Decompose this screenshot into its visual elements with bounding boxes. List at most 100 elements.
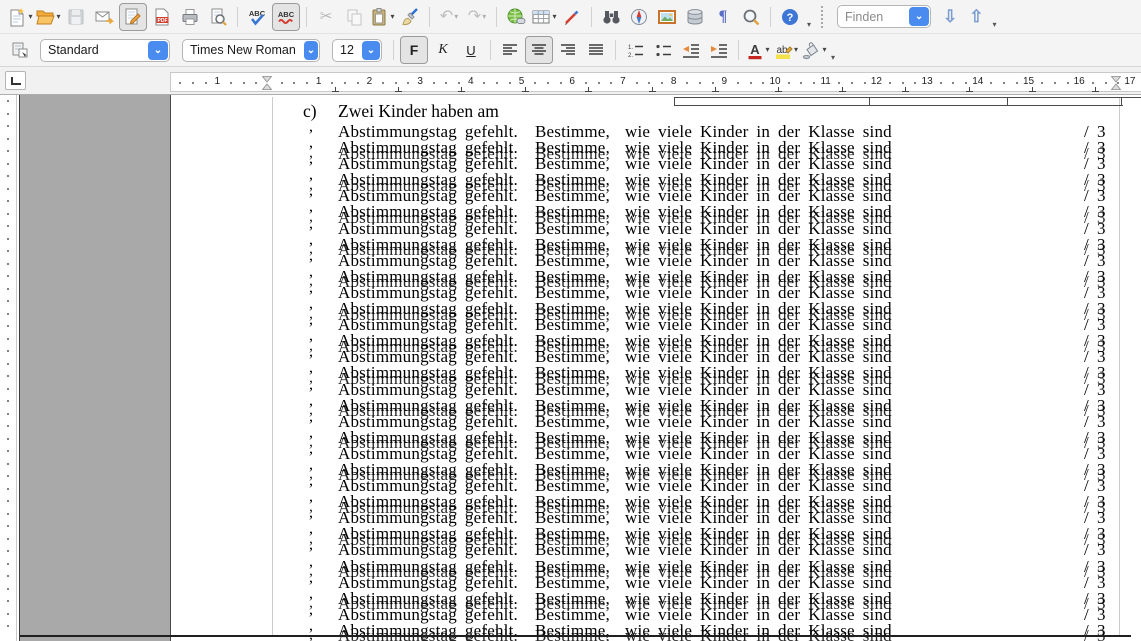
ruler-tick bbox=[445, 82, 447, 84]
data-sources-button[interactable] bbox=[682, 4, 708, 30]
document-page[interactable]: c) Zwei Kinder haben am ,Abstimmungstag … bbox=[170, 95, 1141, 641]
svg-text:PDF: PDF bbox=[158, 17, 168, 23]
edit-mode-button[interactable] bbox=[119, 3, 147, 31]
font-name-select[interactable]: Times New Roman ⌄ bbox=[182, 39, 320, 62]
find-input[interactable]: Finden ⌄ bbox=[837, 5, 931, 28]
ruler-tick bbox=[838, 82, 840, 84]
print-preview-button[interactable] bbox=[205, 4, 231, 30]
tab-stop-marker bbox=[395, 86, 402, 92]
bold-button[interactable]: F bbox=[400, 36, 428, 64]
paragraph-style-select[interactable]: Standard ⌄ bbox=[40, 39, 170, 62]
align-right-button[interactable] bbox=[555, 37, 581, 63]
clone-formatting-button[interactable] bbox=[397, 4, 423, 30]
ruler-tick bbox=[648, 82, 650, 84]
ordered-list-button[interactable]: 1.2. bbox=[622, 37, 648, 63]
hyperlink-button[interactable] bbox=[503, 4, 529, 30]
decrease-indent-button[interactable] bbox=[678, 37, 704, 63]
toolbar-drag-handle[interactable] bbox=[821, 6, 826, 28]
export-pdf-button[interactable]: PDF bbox=[149, 4, 175, 30]
ruler-tick bbox=[179, 82, 181, 84]
ruler-tick bbox=[1105, 82, 1107, 84]
increase-indent-button[interactable] bbox=[706, 37, 732, 63]
ruler-tick bbox=[7, 550, 9, 552]
background-color-button[interactable]: ▾ bbox=[801, 37, 827, 63]
spellcheck-icon: ABC bbox=[246, 7, 268, 27]
ruler-number: 7 bbox=[620, 76, 626, 87]
horizontal-ruler[interactable]: 11234567891011121314151617 bbox=[170, 72, 1141, 92]
print-button[interactable] bbox=[177, 4, 203, 30]
ruler-tick bbox=[7, 338, 9, 340]
ruler-tick bbox=[636, 82, 638, 84]
email-button[interactable] bbox=[91, 4, 117, 30]
ruler-tick bbox=[7, 300, 9, 302]
spellcheck-button[interactable]: ABC bbox=[244, 4, 270, 30]
ruler-tick bbox=[7, 163, 9, 165]
paste-button[interactable]: ▾ bbox=[369, 4, 395, 30]
tab-stop-marker bbox=[966, 86, 973, 92]
font-color-button[interactable]: A ▾ bbox=[745, 37, 771, 63]
ruler-tick bbox=[851, 82, 853, 84]
find-previous-button[interactable]: ⇧ bbox=[969, 7, 983, 27]
ruler-tick bbox=[952, 82, 954, 84]
toolbar-overflow-button[interactable]: ▾ bbox=[807, 20, 811, 33]
insert-table-button[interactable]: ▾ bbox=[531, 4, 557, 30]
table-border bbox=[674, 105, 1123, 106]
highlight-color-dropdown[interactable]: ▾ bbox=[794, 46, 798, 54]
font-size-dropdown[interactable]: ⌄ bbox=[362, 41, 380, 60]
separator bbox=[615, 40, 616, 60]
help-button[interactable]: ? bbox=[777, 4, 803, 30]
ruler-number: 6 bbox=[569, 76, 575, 87]
document-view[interactable]: c) Zwei Kinder haben am ,Abstimmungstag … bbox=[0, 95, 1141, 641]
indent-marker-right[interactable] bbox=[1111, 76, 1121, 90]
unordered-list-button[interactable] bbox=[650, 37, 676, 63]
formatting-marks-button[interactable]: ¶ bbox=[710, 4, 736, 30]
formatting-toolbar-overflow-button[interactable]: ▾ bbox=[831, 53, 835, 66]
paragraph-style-dropdown[interactable]: ⌄ bbox=[148, 41, 168, 60]
background-color-dropdown[interactable]: ▾ bbox=[822, 46, 826, 54]
italic-button[interactable]: K bbox=[430, 37, 456, 63]
table-dropdown[interactable]: ▾ bbox=[552, 13, 556, 21]
new-document-button[interactable]: ▾ bbox=[7, 4, 33, 30]
zoom-button[interactable] bbox=[738, 4, 764, 30]
underline-button[interactable]: U bbox=[458, 37, 484, 63]
separator bbox=[237, 7, 238, 27]
svg-text:ABC: ABC bbox=[278, 10, 295, 19]
font-name-dropdown[interactable]: ⌄ bbox=[304, 41, 318, 60]
ruler-number: 1 bbox=[316, 76, 322, 87]
navigator-button[interactable] bbox=[626, 4, 652, 30]
justify-button[interactable] bbox=[583, 37, 609, 63]
ruler-tick bbox=[306, 82, 308, 84]
export-pdf-icon: PDF bbox=[152, 7, 172, 27]
save-icon bbox=[66, 7, 86, 27]
align-center-button[interactable] bbox=[525, 36, 553, 64]
separator bbox=[490, 40, 491, 60]
find-dropdown-button[interactable]: ⌄ bbox=[909, 7, 929, 26]
new-document-dropdown[interactable]: ▾ bbox=[28, 13, 32, 21]
paste-dropdown[interactable]: ▾ bbox=[390, 13, 394, 21]
ruler-tick bbox=[750, 82, 752, 84]
font-color-dropdown[interactable]: ▾ bbox=[765, 46, 769, 54]
table-border bbox=[674, 97, 1141, 98]
find-next-button[interactable]: ⇩ bbox=[943, 7, 957, 27]
ruler-tick bbox=[7, 463, 9, 465]
vertical-ruler[interactable] bbox=[0, 95, 17, 641]
ruler-tick bbox=[293, 82, 295, 84]
highlight-color-button[interactable]: ab ▾ bbox=[773, 37, 799, 63]
undo-dropdown: ▾ bbox=[454, 13, 458, 21]
ruler-number: 13 bbox=[922, 76, 933, 87]
table-icon bbox=[531, 7, 551, 27]
open-dropdown[interactable]: ▾ bbox=[56, 13, 60, 21]
indent-marker-left[interactable] bbox=[262, 76, 272, 90]
align-left-button[interactable] bbox=[497, 37, 523, 63]
open-button[interactable]: ▾ bbox=[35, 4, 61, 30]
draw-functions-button[interactable] bbox=[559, 4, 585, 30]
gallery-button[interactable] bbox=[654, 4, 680, 30]
tab-stop-selector[interactable] bbox=[5, 71, 26, 90]
find-toolbar-overflow-button[interactable]: ▾ bbox=[993, 20, 997, 33]
ruler-number: 2 bbox=[367, 76, 373, 87]
autospellcheck-button[interactable]: ABC bbox=[272, 3, 300, 31]
font-size-select[interactable]: 12 ⌄ bbox=[332, 39, 382, 62]
ruler-tick bbox=[7, 488, 9, 490]
find-replace-button[interactable] bbox=[598, 4, 624, 30]
apply-style-button[interactable] bbox=[7, 37, 33, 63]
